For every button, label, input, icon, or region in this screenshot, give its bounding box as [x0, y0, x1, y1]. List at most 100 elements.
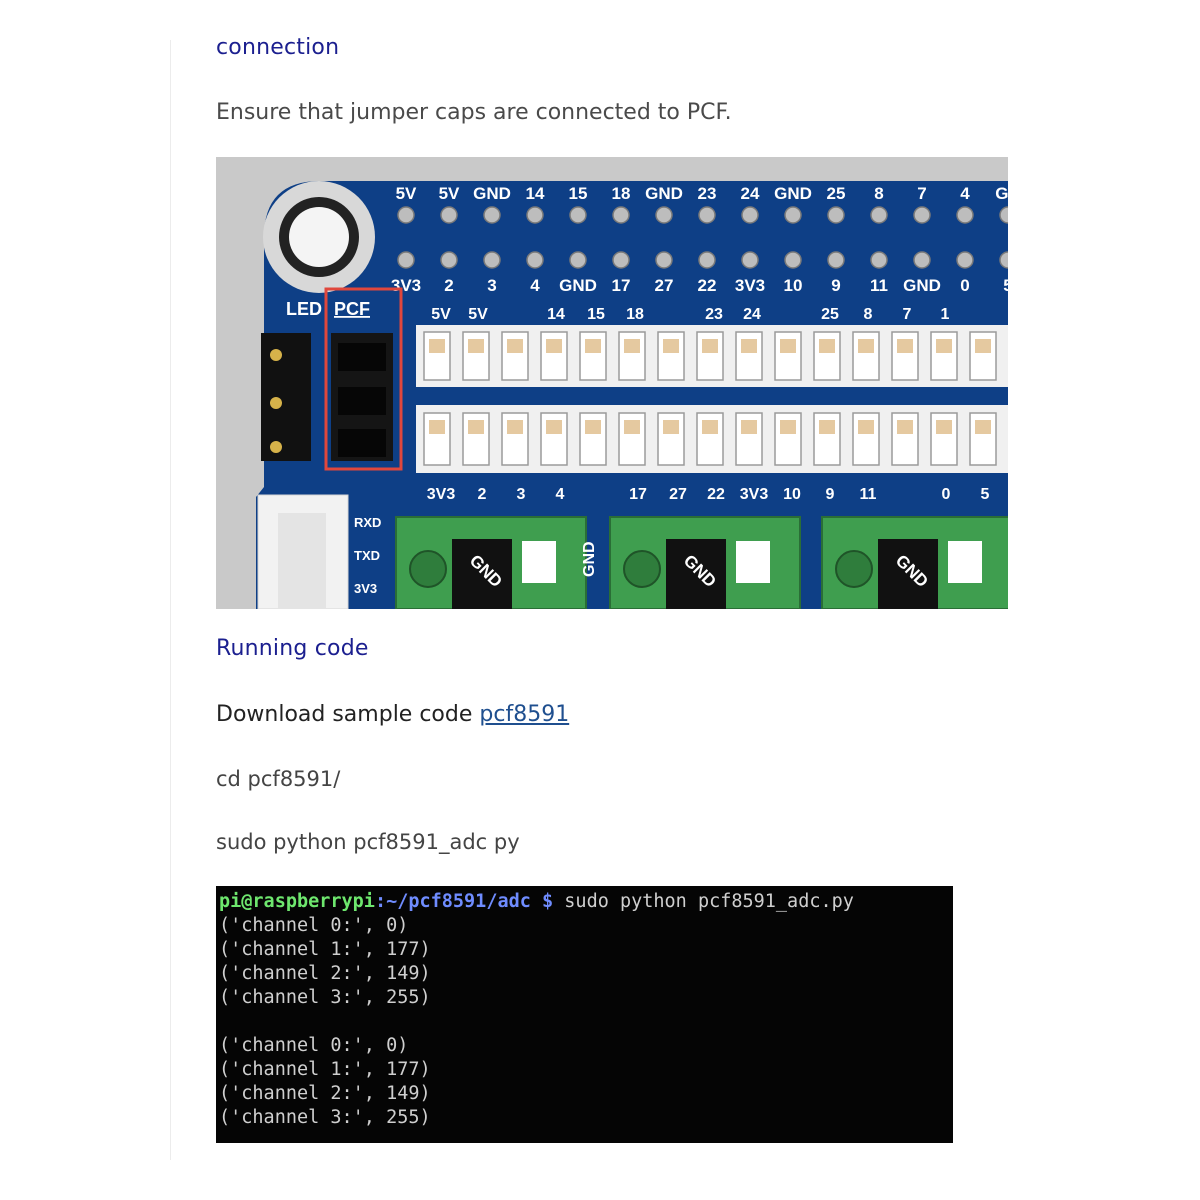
download-text: Download sample code: [216, 702, 480, 727]
led-chip: [897, 420, 913, 434]
bottom-header-label: 27: [655, 276, 674, 295]
uart-label: 3V3: [354, 581, 377, 596]
header-pin: [397, 251, 415, 269]
led-chip: [546, 420, 562, 434]
upper-led-label: 7: [903, 306, 912, 323]
header-pin: [440, 251, 458, 269]
terminal-line: ('channel 2:', 149): [219, 963, 431, 984]
terminal-screw: [623, 550, 661, 588]
upper-led-label: 1: [941, 306, 950, 323]
terminal-screw: [835, 550, 873, 588]
bottom-header-label: GND: [903, 276, 941, 295]
led-chip: [702, 339, 718, 353]
header-pin: [913, 206, 931, 224]
led-chip: [585, 420, 601, 434]
header-pin: [612, 206, 630, 224]
upper-led-label: 23: [705, 306, 723, 323]
header-pin: [741, 251, 759, 269]
bottom-header-label: 2: [444, 276, 453, 295]
bottom-header-label: 10: [784, 276, 803, 295]
uart-label: TXD: [354, 548, 380, 563]
led-chip: [507, 420, 523, 434]
top-header-label: 4: [960, 184, 970, 203]
upper-led-label: 8: [864, 306, 873, 323]
lower-led-label: 2: [478, 486, 487, 503]
lower-led-label: 10: [783, 486, 801, 503]
bottom-header-label: 22: [698, 276, 717, 295]
terminal-output: pi@raspberrypi:~/pcf8591/adc $ sudo pyth…: [216, 886, 953, 1143]
header-pin: [784, 206, 802, 224]
header-pin: [440, 206, 458, 224]
top-header-label: GN: [995, 184, 1008, 203]
lower-led-label: 0: [942, 486, 951, 503]
pcf-label: PCF: [334, 299, 370, 319]
terminal-line: ('channel 0:', 0): [219, 915, 409, 936]
header-pin: [827, 206, 845, 224]
top-header-label: 24: [741, 184, 760, 203]
lower-led-label: 22: [707, 486, 725, 503]
document-page: connection Ensure that jumper caps are c…: [0, 0, 1200, 1200]
header-pin: [612, 251, 630, 269]
header-pin: [698, 206, 716, 224]
lower-led-label: 3V3: [740, 486, 769, 503]
terminal-opening: [948, 541, 982, 583]
header-pin: [698, 251, 716, 269]
connection-instruction: Ensure that jumper caps are connected to…: [216, 100, 732, 125]
pcf8591-download-link[interactable]: pcf8591: [479, 702, 569, 727]
lower-led-label: 17: [629, 486, 647, 503]
lower-led-label: 3: [517, 486, 526, 503]
upper-led-label: 5V: [431, 306, 451, 323]
bottom-header-label: 4: [530, 276, 540, 295]
prompt-path: :~/pcf8591/adc $: [374, 891, 554, 912]
terminal-line: ('channel 3:', 255): [219, 987, 431, 1008]
led-chip: [819, 339, 835, 353]
bottom-header-label: GND: [559, 276, 597, 295]
led-chip: [741, 339, 757, 353]
bottom-header-label: 9: [831, 276, 840, 295]
lower-led-label: 5: [981, 486, 990, 503]
top-header-label: 5V: [396, 184, 417, 203]
bottom-header-label: 3: [487, 276, 496, 295]
led-chip: [663, 420, 679, 434]
led-chip: [507, 339, 523, 353]
led-label: LED: [286, 299, 322, 319]
header-pin: [483, 251, 501, 269]
bottom-header-label: 5: [1003, 276, 1008, 295]
header-pin: [655, 251, 673, 269]
terminal-blocks: GND GND GND: [395, 516, 1008, 609]
top-header-label: GND: [774, 184, 812, 203]
page-margin-rule: [170, 40, 171, 1160]
lower-led-label: 4: [556, 486, 565, 503]
lower-led-label: 3V3: [427, 486, 456, 503]
terminal-line: ('channel 0:', 0): [219, 1035, 409, 1056]
bottom-header-label: 3V3: [735, 276, 765, 295]
terminal-opening: [522, 541, 556, 583]
top-header-label: 25: [827, 184, 846, 203]
led-chip: [546, 339, 562, 353]
top-header-label: 15: [569, 184, 588, 203]
upper-led-label: 25: [821, 306, 839, 323]
led-chip: [429, 339, 445, 353]
header-pin: [397, 206, 415, 224]
header-pin: [913, 251, 931, 269]
terminal-line: ('channel 3:', 255): [219, 1107, 431, 1128]
led-chip: [468, 420, 484, 434]
top-header-label: GND: [645, 184, 683, 203]
led-chip: [858, 339, 874, 353]
lower-led-label: 9: [826, 486, 835, 503]
uart-label: RXD: [354, 515, 381, 530]
top-header-label: GND: [473, 184, 511, 203]
connection-heading: connection: [216, 35, 340, 60]
bottom-header-label: 0: [960, 276, 969, 295]
bottom-header-label: 17: [612, 276, 631, 295]
bottom-header-label: 11: [870, 276, 888, 295]
upper-led-label: 18: [626, 306, 644, 323]
terminal-line: ('channel 1:', 177): [219, 1059, 431, 1080]
terminal-opening: [736, 541, 770, 583]
top-header-label: 7: [917, 184, 926, 203]
led-chip: [624, 339, 640, 353]
prompt-command: sudo python pcf8591_adc.py: [553, 891, 854, 912]
lower-led-label: 27: [669, 486, 687, 503]
led-chip: [663, 339, 679, 353]
